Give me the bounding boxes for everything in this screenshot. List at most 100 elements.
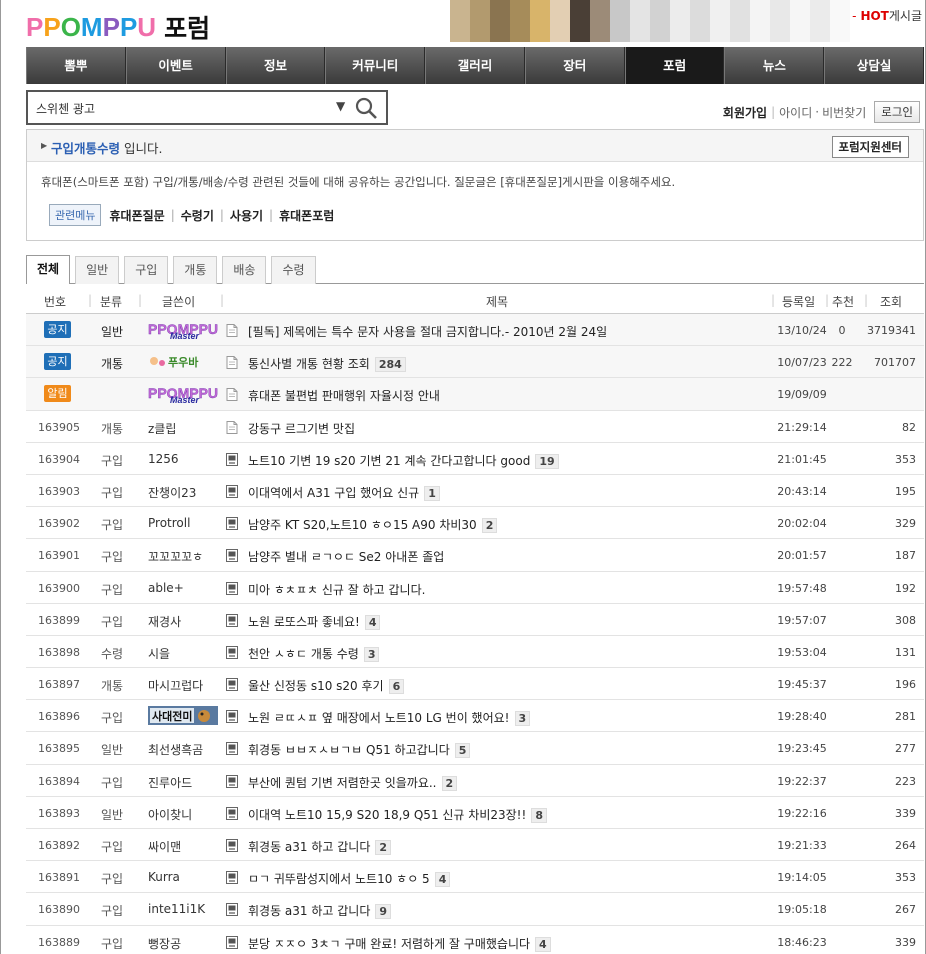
post-author[interactable]: able+	[148, 581, 184, 595]
col-divider: |	[220, 293, 225, 307]
table-row[interactable]: 163897 개통 마시끄럽다 울산 신정동 s10 s20 후기 6 19:45:37 1…	[26, 668, 924, 701]
notice-row[interactable]: 공지 개통 푸우바 통신사별 개통 현황 조회 284 10/07/23 222 701707	[26, 346, 924, 379]
category-tab[interactable]: 일반	[75, 256, 120, 284]
post-title[interactable]: 휘경동 a31 하고 갑니다 2	[248, 838, 392, 855]
search-input[interactable]	[36, 98, 326, 118]
post-title[interactable]: 통신사별 개통 현황 조회 284	[248, 355, 406, 373]
post-title[interactable]: 강동구 르그기변 맛집	[248, 420, 355, 437]
table-row[interactable]: 163892 구입 싸이맨 휘경동 a31 하고 갑니다 2 19:21:33 264	[26, 829, 924, 862]
post-author[interactable]: 시을	[148, 645, 170, 662]
post-title[interactable]: 남양주 별내 ㄹㄱㅇㄷ Se2 아내폰 졸업	[248, 548, 444, 565]
author-image[interactable]: PPOMPPU Master	[148, 384, 218, 405]
forum-support-button[interactable]: 포럼지원센터	[831, 136, 909, 158]
post-title[interactable]: 휴대폰 불편법 판매행위 자율시정 안내	[248, 387, 440, 404]
site-logo[interactable]: PPOMPPU 포럼	[26, 10, 210, 44]
login-button[interactable]: 로그인	[874, 101, 920, 123]
category-tab[interactable]: 배송	[222, 256, 267, 284]
post-author[interactable]: inte11i1K	[148, 902, 205, 916]
table-row[interactable]: 163895 일반 최선생흑곰 휘경동 ㅂㅂㅈㅅㅂㄱㅂ Q51 하고갑니다 5 19:23…	[26, 732, 924, 765]
post-author[interactable]: Kurra	[148, 870, 180, 884]
table-row[interactable]: 163896 구입 사대전미 노원 ㄹㄸㅅㅍ 옆 매장에서 노트10 LG 번이 했어…	[26, 700, 924, 733]
post-title[interactable]: 천안 ㅅㅎㄷ 개통 수령 3	[248, 645, 380, 662]
table-row[interactable]: 163904 구입 1256 노트10 기변 19 s20 기변 21 계속 간다고합…	[26, 443, 924, 475]
post-title[interactable]: ㅁㄱ 귀뚜람성지에서 노트10 ㅎㅇ 54	[248, 870, 451, 888]
table-row[interactable]: 163899 구입 재경사 노원 로또스파 좋네요! 4 19:57:07 308	[26, 604, 924, 636]
post-title[interactable]: 미아 ㅎㅊㅍㅊ 신규 잘 하고 갑니다.	[248, 581, 425, 598]
category-tab[interactable]: 개통	[173, 256, 218, 284]
post-views: 281	[895, 710, 916, 724]
post-author[interactable]: 진루아드	[148, 774, 192, 791]
nav-item[interactable]: 상담실	[824, 47, 925, 84]
board-category-suffix: 입니다.	[120, 141, 163, 156]
post-category: 구입	[100, 840, 124, 854]
post-title[interactable]: 노원 로또스파 좋네요! 4	[248, 613, 381, 630]
table-row[interactable]: 163905 개통 z클립 강동구 르그기변 맛집 21:29:14 82	[26, 411, 924, 443]
nav-item[interactable]: 포럼	[624, 47, 725, 84]
related-link[interactable]: 휴대폰질문	[109, 207, 164, 224]
post-title[interactable]: 이대역에서 A31 구입 했어요 신규 1	[248, 484, 440, 501]
post-title[interactable]: 남양주 KT S20,노트10 ㅎㅇ15 A90 차비30 2	[248, 516, 498, 534]
find-id-link[interactable]: 아이디	[779, 104, 812, 121]
post-date: 19:14:05	[777, 871, 827, 885]
category-tab[interactable]: 구입	[124, 256, 169, 284]
nav-item[interactable]: 갤러리	[425, 47, 525, 84]
author-image[interactable]: 푸우바	[148, 352, 218, 372]
post-title[interactable]: 분당 ㅈㅈㅇ 3ㅊㄱ 구매 완료! 저렴하게 잘 구매했습니다 4	[248, 935, 551, 952]
logo-wordmark[interactable]: PPOMPPU	[26, 12, 156, 43]
category-tab[interactable]: 전체	[26, 255, 71, 284]
table-row[interactable]: 163901 구입 꼬꼬꼬꼬ㅎ 남양주 별내 ㄹㄱㅇㄷ Se2 아내폰 졸업 20:01…	[26, 539, 924, 572]
post-author[interactable]: 1256	[148, 452, 179, 466]
nav-item[interactable]: 이벤트	[125, 47, 226, 84]
notice-row[interactable]: 알림 PPOMPPU Master 휴대폰 불편법 판매행위 자율시정 안내 19/09…	[26, 378, 924, 411]
banner-ad-image[interactable]	[450, 0, 920, 42]
post-author[interactable]: Protroll	[148, 516, 190, 530]
related-link[interactable]: 수령기	[181, 207, 214, 224]
board-category-link[interactable]: 구입개통수령	[51, 141, 120, 156]
post-author[interactable]: 꼬꼬꼬꼬ㅎ	[148, 548, 203, 565]
post-title[interactable]: 이대역 노트10 15,9 S20 18,9 Q51 신규 차비23장!! 8	[248, 806, 547, 823]
author-image[interactable]: 사대전미	[148, 706, 218, 726]
table-row[interactable]: 163890 구입 inte11i1K 휘경동 a31 하고 갑니다 9 19:05:18…	[26, 893, 924, 926]
comment-count: 3	[363, 646, 380, 662]
related-link[interactable]: 휴대폰포럼	[279, 207, 334, 224]
post-title[interactable]: 노원 ㄹㄸㅅㅍ 옆 매장에서 노트10 LG 번이 했어요! 3	[248, 709, 531, 727]
post-author[interactable]: 최선생흑곰	[148, 741, 203, 758]
nav-item[interactable]: 커뮤니티	[325, 47, 426, 84]
table-row[interactable]: 163891 구입 Kurra ㅁㄱ 귀뚜람성지에서 노트10 ㅎㅇ 5 4 19:14:…	[26, 861, 924, 894]
post-author[interactable]: 뻥장공	[148, 935, 181, 952]
table-row[interactable]: 163902 구입 Protroll 남양주 KT S20,노트10 ㅎㅇ15 A90…	[26, 507, 924, 540]
table-row[interactable]: 163898 수령 시을 천안 ㅅㅎㄷ 개통 수령 3 19:53:04 131	[26, 636, 924, 669]
related-link[interactable]: 사용기	[230, 207, 263, 224]
post-author[interactable]: 마시끄럽다	[148, 677, 203, 694]
post-title[interactable]: [필독] 제목에는 특수 문자 사용을 절대 금지합니다.- 2010년 2월 …	[248, 323, 607, 340]
nav-item[interactable]: 뽐뿌	[26, 47, 126, 84]
hot-posts-link[interactable]: - HOT게시글	[852, 7, 922, 24]
nav-item[interactable]: 뉴스	[724, 47, 825, 84]
nav-item[interactable]: 장터	[524, 47, 625, 84]
post-date: 19:22:37	[777, 774, 827, 788]
table-row[interactable]: 163893 일반 아이찾니 이대역 노트10 15,9 S20 18,9 Q51 신…	[26, 797, 924, 829]
search-icon[interactable]	[354, 96, 380, 120]
post-author[interactable]: 잔챙이23	[148, 484, 196, 501]
author-image[interactable]: PPOMPPU Master	[148, 320, 218, 341]
nav-item[interactable]: 정보	[225, 47, 326, 84]
post-title[interactable]: 휘경동 a31 하고 갑니다 9	[248, 902, 392, 920]
find-password-link[interactable]: 비번찾기	[822, 104, 866, 121]
post-title[interactable]: 휘경동 ㅂㅂㅈㅅㅂㄱㅂ Q51 하고갑니다 5	[248, 741, 471, 759]
post-author[interactable]: z클립	[148, 420, 176, 437]
signup-link[interactable]: 회원가입	[723, 104, 767, 121]
post-author[interactable]: 싸이맨	[148, 838, 181, 855]
table-row[interactable]: 163889 구입 뻥장공 분당 ㅈㅈㅇ 3ㅊㄱ 구매 완료! 저렴하게 잘 구매했습…	[26, 926, 924, 954]
notice-row[interactable]: 공지 일반 PPOMPPU Master [필독] 제목에는 특수 문자 사용을 절대 …	[26, 314, 924, 347]
category-tab[interactable]: 수령	[271, 256, 316, 284]
table-row[interactable]: 163900 구입 able+ 미아 ㅎㅊㅍㅊ 신규 잘 하고 갑니다. 19:57:4…	[26, 572, 924, 604]
table-row[interactable]: 163903 구입 잔챙이23 이대역에서 A31 구입 했어요 신규 1 20:43:1…	[26, 475, 924, 508]
post-author[interactable]: 아이찾니	[148, 806, 192, 823]
table-row[interactable]: 163894 구입 진루아드 부산에 퀀텀 기변 저렴한곳 잇을까요.. 2 19:22:…	[26, 765, 924, 797]
phone-image-icon	[226, 452, 238, 466]
search-dropdown-icon[interactable]: ▼	[336, 99, 345, 113]
post-title[interactable]: 부산에 퀀텀 기변 저렴한곳 잇을까요.. 2	[248, 774, 458, 791]
post-title[interactable]: 울산 신정동 s10 s20 후기 6	[248, 677, 405, 695]
post-title[interactable]: 노트10 기변 19 s20 기변 21 계속 간다고합니다 good 19	[248, 452, 559, 469]
post-author[interactable]: 재경사	[148, 613, 181, 630]
